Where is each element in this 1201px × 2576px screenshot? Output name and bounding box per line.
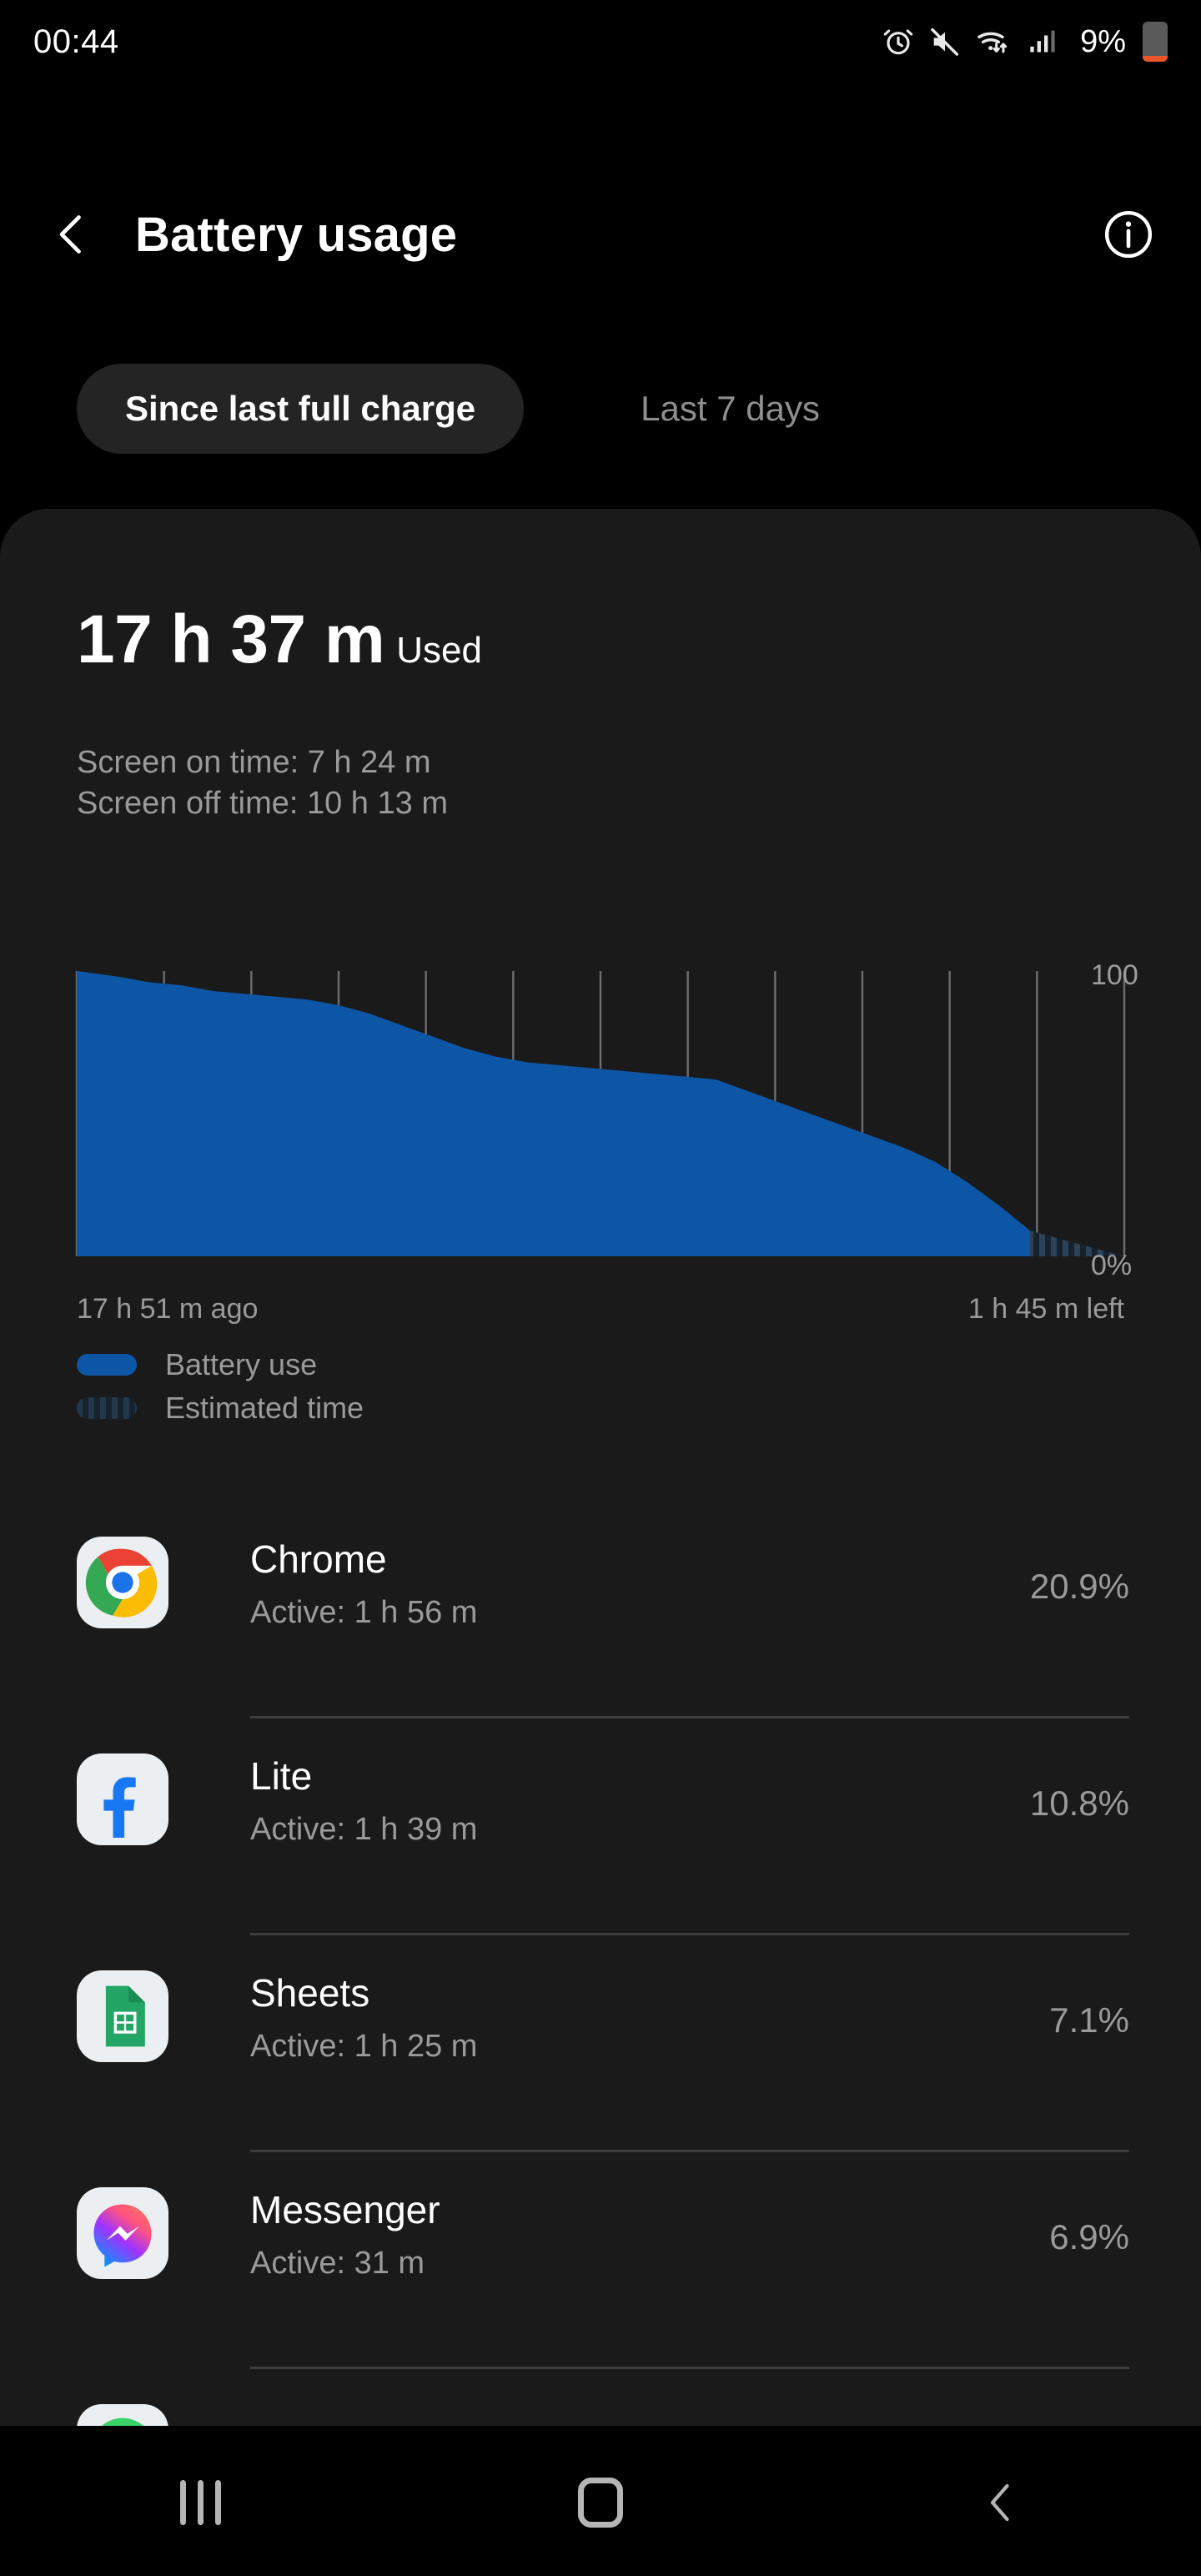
- legend-label-estimated-time: Estimated time: [165, 1391, 364, 1425]
- battery-icon: [1143, 22, 1168, 62]
- battery-usage-screen: 00:44 9% Battery usage Since last full c…: [0, 0, 1201, 2576]
- list-item[interactable]: [0, 2369, 1201, 2426]
- app-name: Messenger: [250, 2188, 440, 2231]
- chart-range-labels: 17 h 51 m ago 1 h 45 m left: [77, 1293, 1124, 1326]
- app-active-time: Active: 1 h 56 m: [250, 1595, 478, 1630]
- info-icon[interactable]: [1103, 209, 1154, 260]
- app-name: Sheets: [250, 1971, 370, 2015]
- status-bar: 00:44 9%: [0, 0, 1201, 83]
- app-name: Lite: [250, 1754, 313, 1798]
- home-icon[interactable]: [538, 2440, 663, 2565]
- chart-legend: Battery use Estimated time: [77, 1343, 364, 1430]
- alarm-icon: [883, 29, 913, 55]
- chart-y-min-label: 0%: [1091, 1250, 1133, 1281]
- chart-battery-area: [77, 971, 1030, 1256]
- tab-since-last-full-charge[interactable]: Since last full charge: [77, 364, 525, 454]
- system-navigation-bar: [0, 2429, 1201, 2576]
- battery-usage-card: 17 h 37 m Used Screen on time: 7 h 24 m …: [0, 509, 1201, 2426]
- legend-swatch-battery-use: [77, 1354, 137, 1376]
- battery-level-chart: 100 0% 17 h 51 m ago 1 h 45 m left: [0, 959, 1201, 1325]
- chrome-icon: [77, 1537, 168, 1628]
- legend-item-estimated-time: Estimated time: [77, 1386, 364, 1430]
- app-percent: 20.9%: [1029, 1567, 1129, 1606]
- app-percent: 7.1%: [1049, 2000, 1129, 2040]
- status-icons: 9%: [882, 22, 1168, 62]
- screen-off-time: Screen off time: 10 h 13 m: [77, 786, 448, 822]
- battery-chart-svg: [75, 971, 1126, 1256]
- tab-last-7-days[interactable]: Last 7 days: [594, 364, 867, 454]
- table-row[interactable]: Sheets Active: 1 h 25 m 7.1%: [0, 1935, 1201, 2152]
- screen-time-block: Screen on time: 7 h 24 m Screen off time…: [77, 742, 448, 825]
- legend-label-battery-use: Battery use: [165, 1347, 318, 1381]
- legend-swatch-estimated-time: [77, 1397, 137, 1419]
- mute-icon: [931, 28, 959, 56]
- app-usage-list: Chrome Active: 1 h 56 m 20.9% Lite Activ…: [0, 1502, 1201, 2426]
- app-name: Chrome: [250, 1537, 387, 1581]
- app-active-time: Active: 1 h 25 m: [250, 2029, 478, 2064]
- screen-on-time: Screen on time: 7 h 24 m: [77, 745, 431, 780]
- battery-percent-label: 9%: [1080, 23, 1126, 59]
- signal-icon: [1030, 30, 1055, 53]
- total-used-value: 17 h 37 m: [77, 601, 385, 677]
- messenger-icon: [77, 2187, 168, 2279]
- app-active-time: Active: 31 m: [250, 2246, 425, 2281]
- total-used-suffix: Used: [396, 630, 482, 671]
- legend-item-battery-use: Battery use: [77, 1343, 364, 1386]
- whatsapp-icon: [77, 2404, 168, 2426]
- facebook-lite-icon: [77, 1753, 168, 1845]
- app-bar: Battery usage: [0, 172, 1201, 297]
- back-icon[interactable]: [938, 2440, 1063, 2565]
- google-sheets-icon: [77, 1970, 168, 2062]
- app-percent: 6.9%: [1049, 2217, 1129, 2257]
- status-clock: 00:44: [33, 23, 119, 60]
- recents-icon[interactable]: [138, 2440, 263, 2565]
- app-active-time: Active: 1 h 39 m: [250, 1812, 478, 1847]
- table-row[interactable]: Chrome Active: 1 h 56 m 20.9%: [0, 1502, 1201, 1718]
- battery-fill: [1143, 56, 1168, 62]
- table-row[interactable]: Lite Active: 1 h 39 m 10.8%: [0, 1718, 1201, 1935]
- chart-y-max-label: 100: [1091, 959, 1138, 991]
- chart-start-label: 17 h 51 m ago: [77, 1293, 259, 1325]
- page-title: Battery usage: [135, 207, 458, 262]
- chart-end-label: 1 h 45 m left: [967, 1293, 1124, 1325]
- back-icon[interactable]: [47, 209, 97, 259]
- total-used-line: 17 h 37 m Used: [77, 601, 482, 679]
- wifi-icon: [977, 32, 1008, 53]
- app-percent: 10.8%: [1029, 1784, 1129, 1823]
- table-row[interactable]: Messenger Active: 31 m 6.9%: [0, 2152, 1201, 2369]
- time-range-tabs: Since last full charge Last 7 days: [0, 364, 1201, 474]
